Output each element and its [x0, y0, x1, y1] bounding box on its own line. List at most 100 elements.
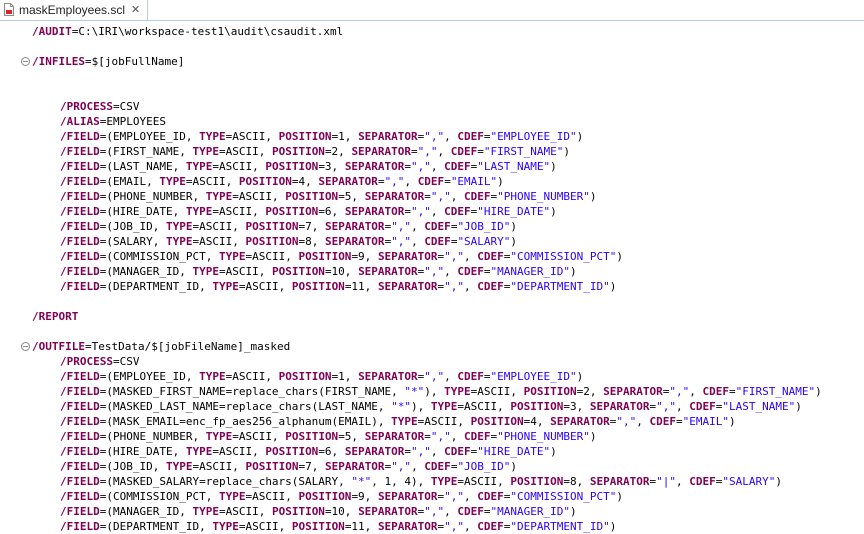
plain-token: , — [675, 400, 690, 413]
plain-token: , — [411, 220, 425, 233]
keyword-token: /ALIAS — [60, 115, 100, 128]
string-token: "," — [424, 505, 445, 518]
code-line: /REPORT — [0, 309, 864, 324]
close-icon[interactable]: ✕ — [131, 3, 140, 16]
keyword-token: /FIELD — [60, 250, 100, 263]
string-token: "HIRE_DATE" — [477, 445, 551, 458]
string-token: "," — [391, 220, 412, 233]
keyword-token: CDEF — [450, 145, 478, 158]
plain-token: ) — [563, 145, 571, 158]
plain-token: ) — [550, 445, 557, 458]
keyword-token: /FIELD — [60, 220, 100, 233]
line-gutter — [0, 234, 30, 249]
fold-toggle-icon[interactable]: − — [21, 342, 30, 351]
keyword-token: TYPE — [444, 385, 471, 398]
keyword-token: POSITION — [298, 490, 352, 503]
keyword-token: CDEF — [424, 235, 451, 248]
keyword-token: SEPARATOR — [318, 175, 378, 188]
plain-token: ) — [576, 370, 584, 383]
line-gutter — [0, 114, 30, 129]
plain-token: =(JOB_ID, — [99, 220, 166, 233]
string-token: "*" — [404, 385, 425, 398]
keyword-token: SEPARATOR — [364, 430, 425, 443]
keyword-token: SEPARATOR — [324, 460, 385, 473]
plain-token: =ASCII, — [192, 460, 246, 473]
fold-toggle-icon[interactable]: − — [21, 57, 30, 66]
plain-token: =8, — [563, 475, 590, 488]
plain-token: ) — [570, 265, 577, 278]
plain-token: =2, — [324, 145, 352, 158]
plain-token: =ASCII, — [232, 190, 286, 203]
string-token: "SALARY" — [722, 475, 776, 488]
keyword-token: SEPARATOR — [324, 220, 385, 233]
keyword-token: SEPARATOR — [351, 145, 412, 158]
keyword-token: POSITION — [298, 250, 352, 263]
plain-token: =11, — [344, 280, 378, 293]
plain-token: , 1, 4), — [371, 475, 431, 488]
plain-token: = — [444, 175, 451, 188]
keyword-token: POSITION — [245, 220, 299, 233]
line-gutter — [0, 24, 30, 39]
string-token: "," — [430, 190, 451, 203]
code-text: /FIELD=(DEPARTMENT_ID, TYPE=ASCII, POSIT… — [32, 519, 616, 534]
code-editor[interactable]: /AUDIT=C:\IRI\workspace-test1\audit\csau… — [0, 21, 864, 533]
string-token: "DEPARTMENT_ID" — [510, 520, 610, 533]
string-token: "DEPARTMENT_ID" — [510, 280, 610, 293]
string-token: "LAST_NAME" — [722, 400, 796, 413]
plain-token: = — [411, 145, 418, 158]
keyword-token: POSITION — [285, 190, 339, 203]
plain-token: =(MASKED_FIRST_NAME=replace_chars(FIRST_… — [99, 385, 405, 398]
code-line: /FIELD=(HIRE_DATE, TYPE=ASCII, POSITION=… — [0, 444, 864, 459]
code-text: /FIELD=(MASKED_SALARY=replace_chars(SALA… — [32, 474, 782, 489]
string-token: "," — [444, 250, 465, 263]
string-token: "," — [417, 145, 438, 158]
code-text: /FIELD=(SALARY, TYPE=ASCII, POSITION=8, … — [32, 234, 517, 249]
string-token: "," — [411, 205, 431, 218]
plain-token: =7, — [298, 220, 325, 233]
code-line: /FIELD=(MASKED_FIRST_NAME=replace_chars(… — [0, 384, 864, 399]
line-gutter — [0, 399, 30, 414]
plain-token: =ASCII, — [225, 370, 279, 383]
line-gutter — [0, 444, 30, 459]
line-gutter: − — [0, 339, 30, 354]
plain-token: ) — [589, 430, 597, 443]
plain-token: =ASCII, — [470, 385, 524, 398]
string-token: "PHONE_NUMBER" — [497, 430, 590, 443]
keyword-token: CDEF — [444, 445, 471, 458]
keyword-token: POSITION — [271, 145, 325, 158]
keyword-token: /REPORT — [32, 310, 79, 323]
plain-token: , — [437, 145, 451, 158]
code-text: /FIELD=(JOB_ID, TYPE=ASCII, POSITION=7, … — [32, 459, 517, 474]
keyword-token: TYPE — [192, 505, 219, 518]
keyword-token: CDEF — [424, 460, 451, 473]
keyword-token: CDEF — [457, 265, 484, 278]
plain-token: =ASCII, — [417, 415, 471, 428]
code-line: /AUDIT=C:\IRI\workspace-test1\audit\csau… — [0, 24, 864, 39]
keyword-token: TYPE — [165, 220, 193, 233]
plain-token: ) — [497, 175, 504, 188]
keyword-token: CDEF — [649, 415, 676, 428]
keyword-token: /FIELD — [60, 430, 100, 443]
string-token: "," — [411, 160, 431, 173]
keyword-token: /FIELD — [60, 280, 100, 293]
code-text: /FIELD=(MASK_EMAIL=enc_fp_aes256_alphanu… — [32, 414, 736, 429]
keyword-token: CDEF — [689, 475, 716, 488]
string-token: "HIRE_DATE" — [477, 205, 551, 218]
plain-token: =EMPLOYEES — [99, 115, 166, 128]
line-gutter — [0, 414, 30, 429]
string-token: "," — [424, 370, 445, 383]
keyword-token: CDEF — [689, 400, 716, 413]
code-line: /FIELD=(PHONE_NUMBER, TYPE=ASCII, POSITI… — [0, 429, 864, 444]
keyword-token: /PROCESS — [60, 100, 113, 113]
plain-token: =ASCII, — [238, 520, 292, 533]
code-text: /FIELD=(MASKED_FIRST_NAME=replace_chars(… — [32, 384, 822, 399]
keyword-token: TYPE — [212, 280, 239, 293]
string-token: "SALARY" — [457, 235, 511, 248]
tab-mask-employees[interactable]: maskEmployees.scl ✕ — [0, 0, 148, 20]
code-line: /FIELD=(JOB_ID, TYPE=ASCII, POSITION=7, … — [0, 219, 864, 234]
string-token: "," — [391, 460, 412, 473]
plain-token: ) — [570, 505, 577, 518]
keyword-token: /FIELD — [60, 415, 100, 428]
